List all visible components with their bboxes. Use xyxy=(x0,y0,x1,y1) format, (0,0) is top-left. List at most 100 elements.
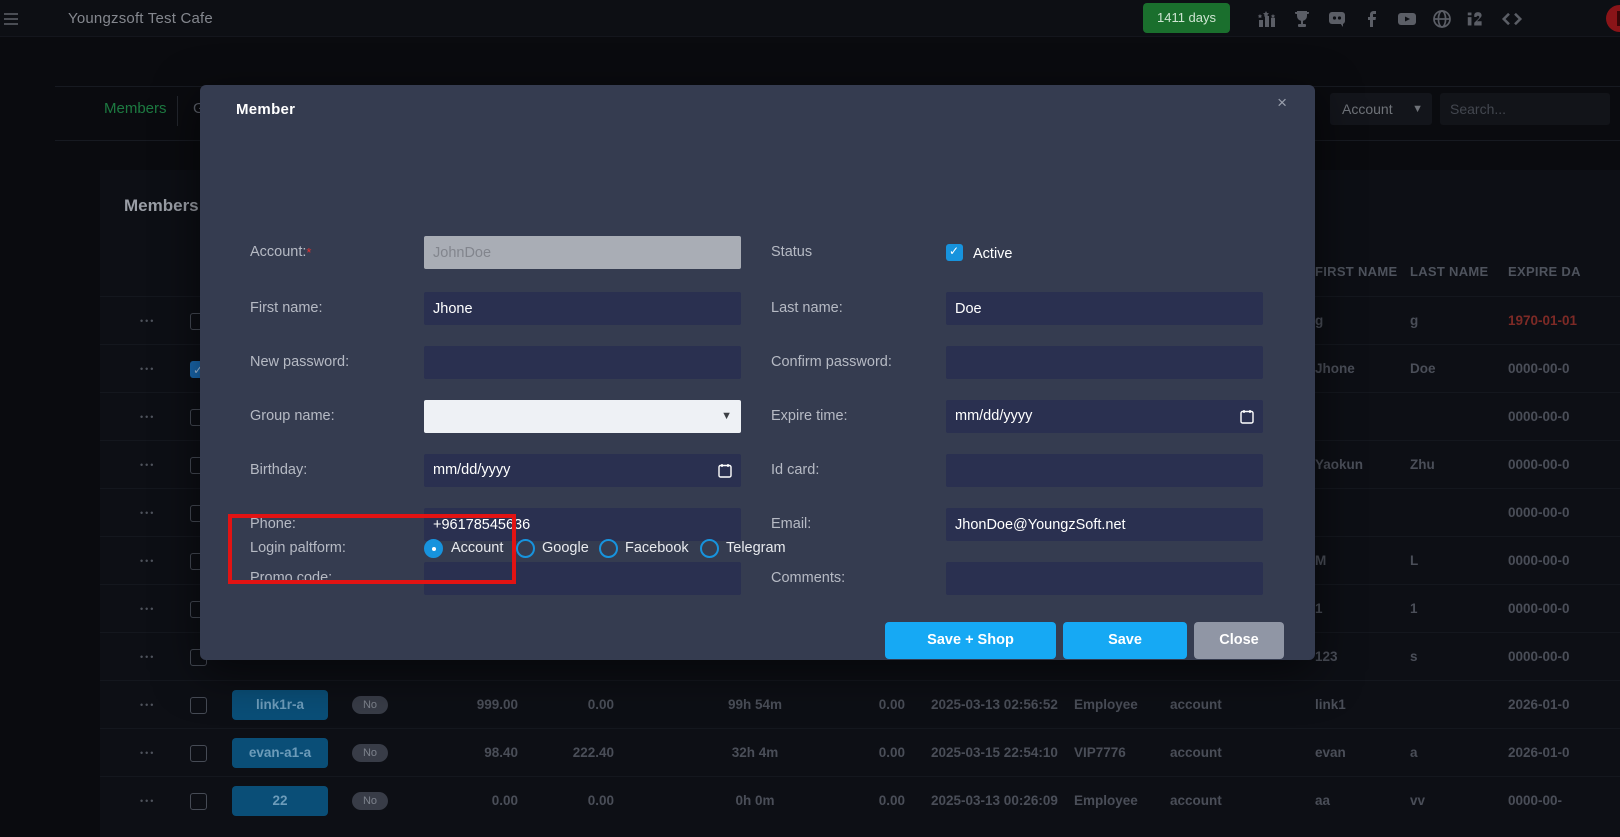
phone-field xyxy=(424,508,741,541)
radio-telegram[interactable] xyxy=(700,539,719,558)
cell-balance: 98.40 xyxy=(430,729,518,777)
cell-expire-date: 1970-01-01 xyxy=(1508,297,1577,345)
cell-datetime: 2025-03-13 02:56:52 xyxy=(931,681,1058,729)
cell-first-name: Yaokun xyxy=(1315,441,1363,489)
email-input[interactable] xyxy=(946,508,1263,541)
last-name-input[interactable] xyxy=(946,292,1263,325)
confirm-password-input[interactable] xyxy=(946,346,1263,379)
cell-first-name: 1 xyxy=(1315,585,1323,633)
status-badge: No xyxy=(352,744,388,762)
brackets-icon[interactable] xyxy=(1500,7,1524,31)
facebook-icon[interactable] xyxy=(1360,7,1384,31)
row-menu-icon[interactable]: ••• xyxy=(140,441,162,489)
hamburger-menu-icon[interactable] xyxy=(4,10,20,26)
member-modal: Member × Account:* Status Active First n… xyxy=(200,85,1315,660)
save-button[interactable]: Save xyxy=(1063,622,1187,659)
row-checkbox[interactable] xyxy=(190,697,207,714)
days-badge[interactable]: 1411 days xyxy=(1143,3,1230,33)
page: Youngzsoft Test Cafe 1411 days xyxy=(0,0,1620,837)
last-name-label: Last name: xyxy=(771,292,941,325)
topbar: Youngzsoft Test Cafe 1411 days xyxy=(0,0,1620,37)
col-header-expire[interactable]: EXPIRE DA xyxy=(1508,248,1581,296)
first-name-input[interactable] xyxy=(424,292,741,325)
radio-account[interactable] xyxy=(424,539,443,558)
col-header-last-name[interactable]: LAST NAME xyxy=(1410,248,1489,296)
close-button[interactable]: Close xyxy=(1194,622,1284,659)
comments-field xyxy=(946,562,1263,595)
cell-account-type: account xyxy=(1170,777,1222,825)
row-checkbox[interactable] xyxy=(190,745,207,762)
first-name-field xyxy=(424,292,741,325)
expire-time-label: Expire time: xyxy=(771,400,941,433)
row-checkbox[interactable] xyxy=(190,793,207,810)
save-shop-button[interactable]: Save + Shop xyxy=(885,622,1056,659)
row-menu-icon[interactable]: ••• xyxy=(140,393,162,441)
row-menu-icon[interactable]: ••• xyxy=(140,681,162,729)
discord-icon[interactable] xyxy=(1325,7,1349,31)
alert-icon[interactable] xyxy=(1606,5,1620,32)
table-row[interactable]: ••• evan-a1-a No 98.40 222.40 32h 4m 0.0… xyxy=(100,728,1620,776)
table-row[interactable]: ••• 22 No 0.00 0.00 0h 0m 0.00 2025-03-1… xyxy=(100,776,1620,824)
calendar-icon xyxy=(1240,409,1254,424)
account-field xyxy=(424,236,741,269)
filter-type-dropdown[interactable]: Account ▼ xyxy=(1330,93,1432,125)
group-name-label: Group name: xyxy=(250,400,420,433)
active-checkbox[interactable] xyxy=(946,244,963,261)
row-menu-icon[interactable]: ••• xyxy=(140,489,162,537)
col-header-first-name[interactable]: FIRST NAME xyxy=(1315,248,1397,296)
row-menu-icon[interactable]: ••• xyxy=(140,633,162,681)
search-input[interactable] xyxy=(1440,93,1610,125)
account-input[interactable] xyxy=(424,236,741,269)
row-menu-icon[interactable]: ••• xyxy=(140,297,162,345)
cell-expire-date: 0000-00-0 xyxy=(1508,489,1570,537)
globe-icon[interactable] xyxy=(1430,7,1454,31)
cell-group: Employee xyxy=(1074,681,1138,729)
close-icon[interactable]: × xyxy=(1277,93,1287,113)
section-title: Members xyxy=(124,196,199,216)
table-row[interactable]: ••• link1r-a No 999.00 0.00 99h 54m 0.00… xyxy=(100,680,1620,728)
phone-input[interactable] xyxy=(424,508,741,541)
row-menu-icon[interactable]: ••• xyxy=(140,585,162,633)
topbar-icons xyxy=(1255,7,1524,31)
row-menu-icon[interactable]: ••• xyxy=(140,345,162,393)
status-badge: No xyxy=(352,696,388,714)
cell-account-type: account xyxy=(1170,681,1222,729)
expire-time-date-input[interactable]: mm/dd/yyyy xyxy=(946,400,1263,433)
cell-expire-date: 2026-01-0 xyxy=(1508,729,1570,777)
row-menu-icon[interactable]: ••• xyxy=(140,537,162,585)
birthday-date-input[interactable]: mm/dd/yyyy xyxy=(424,454,741,487)
radio-account-label: Account xyxy=(451,539,503,558)
i2-icon[interactable] xyxy=(1465,7,1489,31)
cell-last-name: g xyxy=(1410,297,1418,345)
promo-code-input[interactable] xyxy=(424,562,741,595)
radio-facebook[interactable] xyxy=(599,539,618,558)
login-platform-options: Account Google Facebook Telegram xyxy=(200,539,1315,559)
account-button[interactable]: evan-a1-a xyxy=(232,738,328,768)
cell-balance: 0.00 xyxy=(430,777,518,825)
cell-last-name: Doe xyxy=(1410,345,1436,393)
cell-amount: 0.00 xyxy=(820,681,905,729)
trophy-icon[interactable] xyxy=(1290,7,1314,31)
comments-input[interactable] xyxy=(946,562,1263,595)
account-button[interactable]: link1r-a xyxy=(232,690,328,720)
ranking-icon[interactable] xyxy=(1255,7,1279,31)
row-menu-icon[interactable]: ••• xyxy=(140,729,162,777)
group-name-select[interactable]: ▼ xyxy=(424,400,741,433)
cell-group: VIP7776 xyxy=(1074,729,1126,777)
row-menu-icon[interactable]: ••• xyxy=(140,777,162,825)
chevron-down-icon: ▼ xyxy=(1412,93,1423,125)
comments-label: Comments: xyxy=(771,562,941,595)
youtube-icon[interactable] xyxy=(1395,7,1419,31)
cell-deposit: 0.00 xyxy=(530,681,614,729)
search-box xyxy=(1440,93,1610,125)
id-card-label: Id card: xyxy=(771,454,941,487)
chevron-down-icon: ▼ xyxy=(721,400,732,433)
tab-members[interactable]: Members xyxy=(104,100,167,117)
radio-google[interactable] xyxy=(516,539,535,558)
cell-datetime: 2025-03-13 00:26:09 xyxy=(931,777,1058,825)
id-card-input[interactable] xyxy=(946,454,1263,487)
account-button[interactable]: 22 xyxy=(232,786,328,816)
new-password-input[interactable] xyxy=(424,346,741,379)
status-label: Status xyxy=(771,236,941,269)
cell-expire-date: 0000-00-0 xyxy=(1508,633,1570,681)
